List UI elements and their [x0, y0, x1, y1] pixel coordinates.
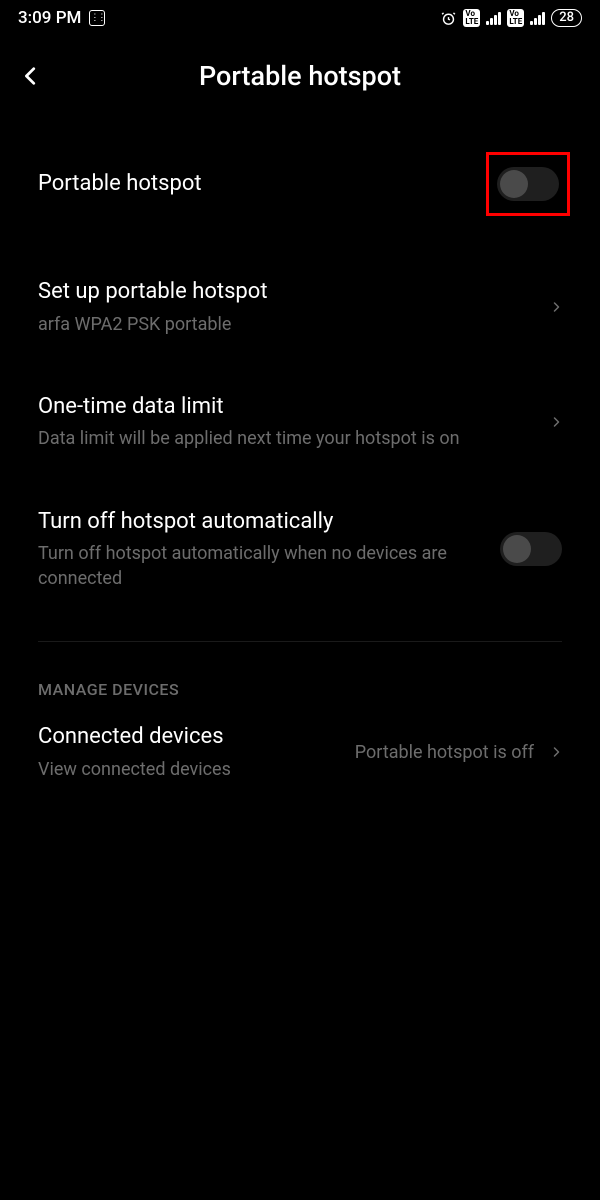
signal-icon-1 [486, 11, 501, 25]
row-title: Portable hotspot [38, 170, 486, 199]
status-bar: 3:09 PM VoLTE VoLTE 28 [0, 0, 600, 32]
row-connected-devices[interactable]: Connected devices View connected devices… [0, 705, 600, 810]
row-title: Connected devices [38, 723, 355, 752]
row-body: One-time data limit Data limit will be a… [38, 393, 544, 452]
row-body: Turn off hotspot automatically Turn off … [38, 508, 500, 591]
row-subtitle: Data limit will be applied next time you… [38, 427, 544, 451]
row-data-limit[interactable]: One-time data limit Data limit will be a… [0, 365, 600, 480]
row-value: Portable hotspot is off [355, 741, 534, 764]
calendar-icon [89, 10, 105, 26]
row-subtitle: arfa WPA2 PSK portable [38, 313, 544, 337]
alarm-icon [440, 10, 457, 27]
row-subtitle: View connected devices [38, 758, 355, 782]
row-auto-off[interactable]: Turn off hotspot automatically Turn off … [0, 480, 600, 619]
battery-indicator: 28 [551, 9, 582, 27]
status-right: VoLTE VoLTE 28 [440, 9, 582, 27]
row-body: Set up portable hotspot arfa WPA2 PSK po… [38, 278, 544, 337]
page-title: Portable hotspot [0, 60, 600, 92]
chevron-right-icon [550, 742, 562, 762]
status-left: 3:09 PM [18, 8, 105, 28]
toggle-knob [500, 170, 528, 198]
row-body: Portable hotspot [38, 170, 486, 199]
chevron-right-icon [550, 412, 562, 432]
section-manage-devices: MANAGE DEVICES [0, 642, 600, 705]
signal-icon-2 [530, 11, 545, 25]
volte-icon-2: VoLTE [507, 9, 524, 27]
content: Portable hotspot Set up portable hotspot… [0, 110, 600, 810]
toggle-knob [503, 535, 531, 563]
volte-icon-1: VoLTE [463, 9, 480, 27]
header: Portable hotspot [0, 32, 600, 110]
row-body: Connected devices View connected devices [38, 723, 355, 782]
row-subtitle: Turn off hotspot automatically when no d… [38, 542, 500, 591]
row-title: Turn off hotspot automatically [38, 508, 500, 537]
highlight-box [486, 152, 570, 216]
auto-off-toggle[interactable] [500, 532, 562, 566]
row-title: Set up portable hotspot [38, 278, 544, 307]
chevron-right-icon [550, 297, 562, 317]
portable-hotspot-toggle[interactable] [497, 167, 559, 201]
row-setup-hotspot[interactable]: Set up portable hotspot arfa WPA2 PSK po… [0, 250, 600, 365]
status-time: 3:09 PM [18, 8, 81, 28]
row-title: One-time data limit [38, 393, 544, 422]
back-icon [20, 65, 42, 87]
row-portable-hotspot[interactable]: Portable hotspot [0, 110, 600, 250]
back-button[interactable] [20, 56, 60, 96]
